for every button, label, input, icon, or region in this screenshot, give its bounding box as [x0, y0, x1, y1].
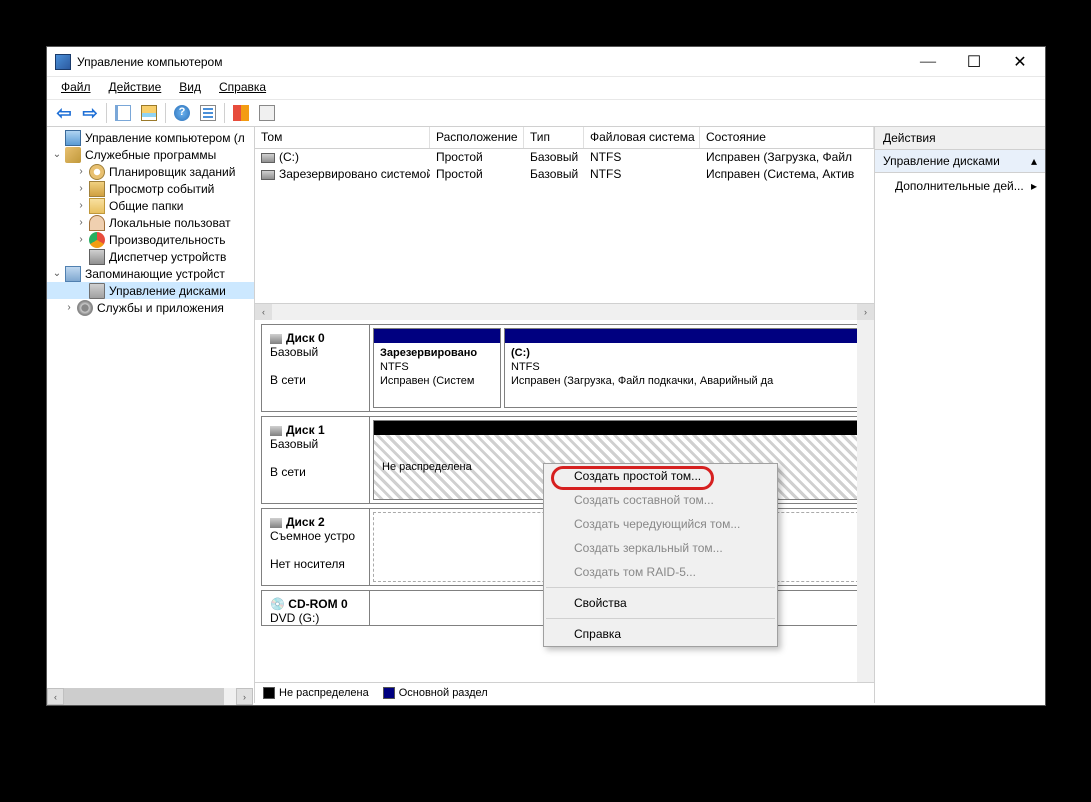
col-type[interactable]: Тип: [524, 127, 584, 148]
toolbar-help-button[interactable]: ?: [170, 101, 194, 125]
tree-shared-folders[interactable]: ›Общие папки: [47, 197, 254, 214]
nav-tree: Управление компьютером (л ⌄Служебные про…: [47, 127, 255, 703]
disk-0-row: Диск 0 Базовый В сети ЗарезервированоNTF…: [261, 324, 868, 412]
nav-back-button[interactable]: ⇦: [52, 101, 76, 125]
tree-storage[interactable]: ⌄Запоминающие устройст: [47, 265, 254, 282]
actions-header: Действия: [875, 127, 1045, 150]
horiz-scrollbar[interactable]: ‹›: [255, 303, 874, 320]
tree-scheduler[interactable]: ›Планировщик заданий: [47, 163, 254, 180]
disk-icon: [270, 518, 282, 528]
collapse-icon: ▴: [1031, 154, 1037, 168]
menu-action[interactable]: Действие: [101, 79, 170, 97]
actions-pane: Действия Управление дисками▴ Дополнитель…: [875, 127, 1045, 703]
drive-icon: [261, 170, 275, 180]
toolbar-flag-button[interactable]: [229, 101, 253, 125]
tree-local-users[interactable]: ›Локальные пользоват: [47, 214, 254, 231]
toolbar-grid-button[interactable]: [137, 101, 161, 125]
menu-view[interactable]: Вид: [171, 79, 209, 97]
ctx-new-raid5-volume: Создать том RAID-5...: [544, 560, 777, 584]
ctx-new-simple-volume[interactable]: Создать простой том...: [544, 464, 777, 488]
col-fs[interactable]: Файловая система: [584, 127, 700, 148]
toolbar-list-button[interactable]: [196, 101, 220, 125]
menu-help[interactable]: Справка: [211, 79, 274, 97]
partition-c[interactable]: (C:)NTFSИсправен (Загрузка, Файл подкачк…: [504, 328, 864, 408]
chevron-right-icon: ▸: [1031, 179, 1037, 193]
col-layout[interactable]: Расположение: [430, 127, 524, 148]
ctx-new-spanned-volume: Создать составной том...: [544, 488, 777, 512]
disk-icon: [270, 426, 282, 436]
volume-row[interactable]: Зарезервировано системой ПростойБазовыйN…: [255, 166, 874, 183]
app-icon: [55, 54, 71, 70]
menu-file[interactable]: Файл: [53, 79, 99, 97]
tree-disk-management[interactable]: Управление дисками: [47, 282, 254, 299]
maximize-button[interactable]: ☐: [951, 48, 997, 76]
toolbar-view-button[interactable]: [111, 101, 135, 125]
tree-device-manager[interactable]: Диспетчер устройств: [47, 248, 254, 265]
ctx-new-mirrored-volume: Создать зеркальный том...: [544, 536, 777, 560]
legend-swatch-unalloc: [263, 687, 275, 699]
legend-swatch-primary: [383, 687, 395, 699]
tree-performance[interactable]: ›Производительность: [47, 231, 254, 248]
disk-2-label[interactable]: Диск 2 Съемное устро Нет носителя: [262, 509, 370, 585]
window-title: Управление компьютером: [77, 55, 905, 69]
disk-0-label[interactable]: Диск 0 Базовый В сети: [262, 325, 370, 411]
cdrom-label[interactable]: 💿 CD-ROM 0 DVD (G:): [262, 591, 370, 625]
nav-fwd-button[interactable]: ⇨: [78, 101, 102, 125]
close-button[interactable]: ✕: [997, 48, 1043, 76]
drive-icon: [261, 153, 275, 163]
volume-row[interactable]: (C:) ПростойБазовыйNTFSИсправен (Загрузк…: [255, 149, 874, 166]
tree-event-viewer[interactable]: ›Просмотр событий: [47, 180, 254, 197]
vert-scrollbar[interactable]: [857, 320, 874, 682]
col-status[interactable]: Состояние: [700, 127, 874, 148]
legend: Не распределена Основной раздел: [255, 682, 874, 703]
ctx-properties[interactable]: Свойства: [544, 591, 777, 615]
col-volume[interactable]: Том: [255, 127, 430, 148]
ctx-help[interactable]: Справка: [544, 622, 777, 646]
actions-more[interactable]: Дополнительные дей...▸: [875, 173, 1045, 199]
volume-table: Том Расположение Тип Файловая система Со…: [255, 127, 874, 320]
tree-horiz-scrollbar[interactable]: ‹›: [47, 688, 253, 705]
ctx-new-striped-volume: Создать чередующийся том...: [544, 512, 777, 536]
tree-system-tools[interactable]: ⌄Служебные программы: [47, 146, 254, 163]
tree-services[interactable]: ›Службы и приложения: [47, 299, 254, 316]
menubar: Файл Действие Вид Справка: [47, 77, 1045, 99]
toolbar: ⇦ ⇨ ?: [47, 99, 1045, 127]
minimize-button[interactable]: —: [905, 48, 951, 76]
tree-root[interactable]: Управление компьютером (л: [47, 129, 254, 146]
actions-sub-header[interactable]: Управление дисками▴: [875, 150, 1045, 173]
titlebar: Управление компьютером — ☐ ✕: [47, 47, 1045, 77]
disk-1-label[interactable]: Диск 1 Базовый В сети: [262, 417, 370, 503]
disk-icon: [270, 334, 282, 344]
context-menu: Создать простой том... Создать составной…: [543, 463, 778, 647]
toolbar-settings-button[interactable]: [255, 101, 279, 125]
partition-reserved[interactable]: ЗарезервированоNTFSИсправен (Систем: [373, 328, 501, 408]
